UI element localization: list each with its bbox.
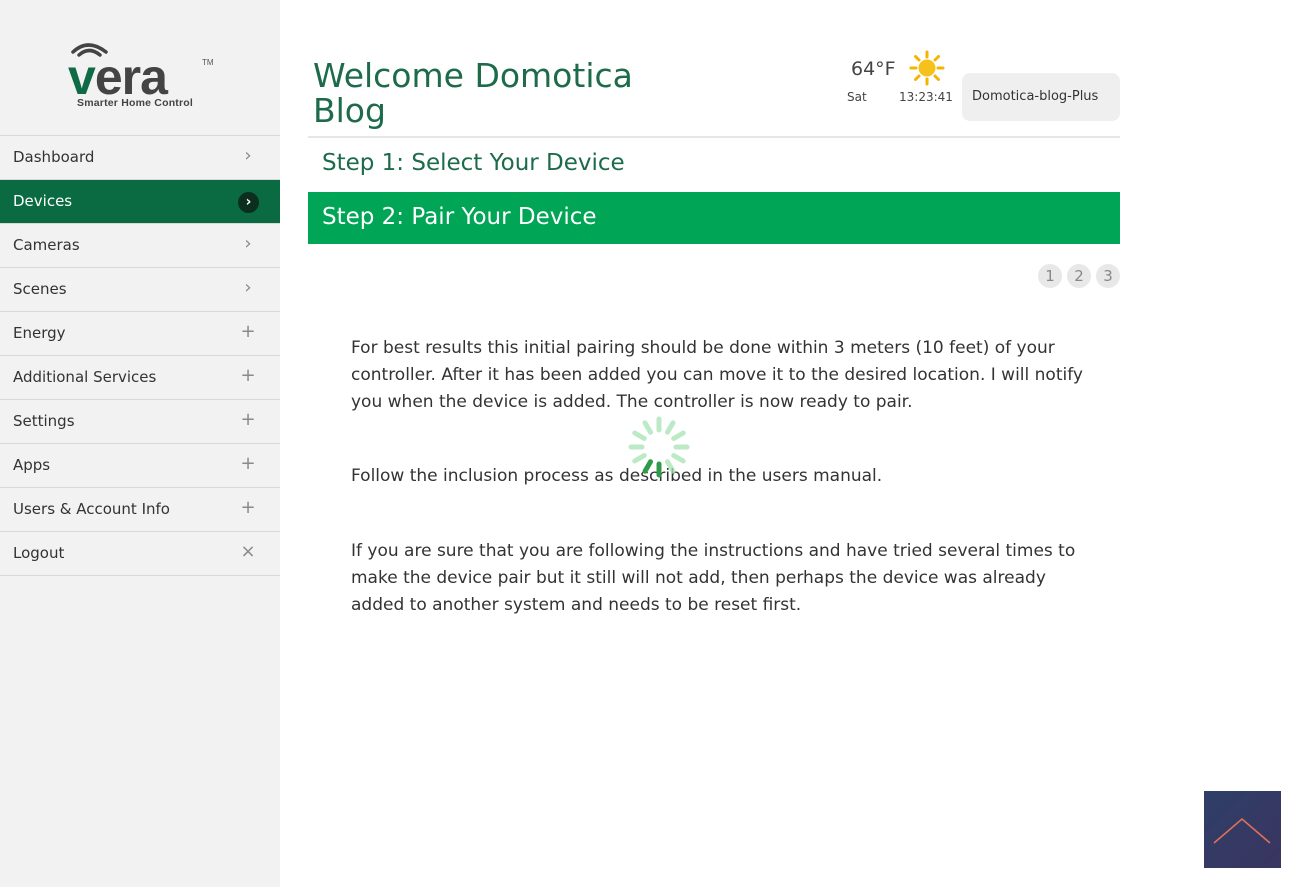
loading-spinner-icon — [628, 416, 690, 478]
plus-icon: + — [240, 453, 256, 474]
vera-logo[interactable]: vera TM Smarter Home Control — [0, 0, 280, 135]
plus-icon: + — [240, 409, 256, 430]
chevron-up-icon — [1213, 817, 1271, 844]
page-dot-1[interactable]: 1 — [1038, 264, 1062, 288]
instruction-paragraph-1: For best results this initial pairing sh… — [351, 338, 1083, 412]
account-name: Domotica-blog-Plus — [972, 89, 1099, 104]
sidebar-item-additional-services[interactable]: Additional Services + — [0, 356, 280, 400]
logo-wordmark: vera — [68, 49, 168, 105]
sidebar-item-label: Cameras — [13, 236, 80, 254]
plus-icon: + — [240, 497, 256, 518]
step-2-header[interactable]: Step 2: Pair Your Device — [308, 192, 1120, 244]
instruction-paragraph-3: If you are sure that you are following t… — [351, 541, 1076, 615]
instruction-paragraph-2: Follow the inclusion process as describe… — [351, 466, 883, 486]
temperature: 64°F — [851, 58, 896, 80]
step-2-label: Step 2: Pair Your Device — [322, 204, 597, 230]
chevron-right-icon: › — [244, 277, 252, 298]
sidebar-item-label: Devices — [13, 192, 73, 210]
header-divider — [308, 136, 1120, 138]
page-dot-2[interactable]: 2 — [1067, 264, 1091, 288]
sidebar-item-label: Settings — [13, 412, 75, 430]
plus-icon: + — [240, 365, 256, 386]
sidebar-item-dashboard[interactable]: Dashboard › — [0, 136, 280, 180]
sidebar-item-apps[interactable]: Apps + — [0, 444, 280, 488]
sidebar-item-logout[interactable]: Logout × — [0, 532, 280, 576]
plus-icon: + — [240, 321, 256, 342]
sidebar-item-label: Dashboard — [13, 148, 95, 166]
weather-day: Sat — [847, 90, 867, 104]
page-title: Welcome Domotica Blog — [313, 56, 633, 130]
trademark-mark: TM — [202, 58, 214, 67]
clock-time: 13:23:41 — [899, 90, 953, 104]
chevron-right-icon: › — [244, 233, 252, 254]
close-icon: × — [240, 541, 256, 562]
sidebar-item-label: Scenes — [13, 280, 67, 298]
sidebar-item-devices[interactable]: Devices › — [0, 180, 280, 224]
chevron-right-icon: › — [244, 145, 252, 166]
sun-icon — [909, 50, 945, 86]
chevron-right-icon: › — [238, 192, 259, 213]
logo-tagline: Smarter Home Control — [77, 97, 194, 109]
sidebar-item-energy[interactable]: Energy + — [0, 312, 280, 356]
sidebar-nav: Dashboard › Devices › Cameras › Scenes › Energy +… — [0, 135, 280, 576]
sidebar-item-users-account-info[interactable]: Users & Account Info + — [0, 488, 280, 532]
sidebar-item-settings[interactable]: Settings + — [0, 400, 280, 444]
account-selector[interactable]: Domotica-blog-Plus — [962, 73, 1120, 121]
sidebar-item-label: Additional Services — [13, 368, 157, 386]
sidebar-item-scenes[interactable]: Scenes › — [0, 268, 280, 312]
scroll-to-top-button[interactable] — [1204, 791, 1281, 868]
sidebar-item-label: Apps — [13, 456, 51, 474]
sidebar: vera TM Smarter Home Control Dashboard › D… — [0, 0, 280, 887]
sidebar-item-cameras[interactable]: Cameras › — [0, 224, 280, 268]
sidebar-item-label: Energy — [13, 324, 66, 342]
page-dot-3[interactable]: 3 — [1096, 264, 1120, 288]
sidebar-item-label: Users & Account Info — [13, 500, 170, 518]
step-1-header[interactable]: Step 1: Select Your Device — [322, 150, 625, 176]
sidebar-item-label: Logout — [13, 544, 65, 562]
